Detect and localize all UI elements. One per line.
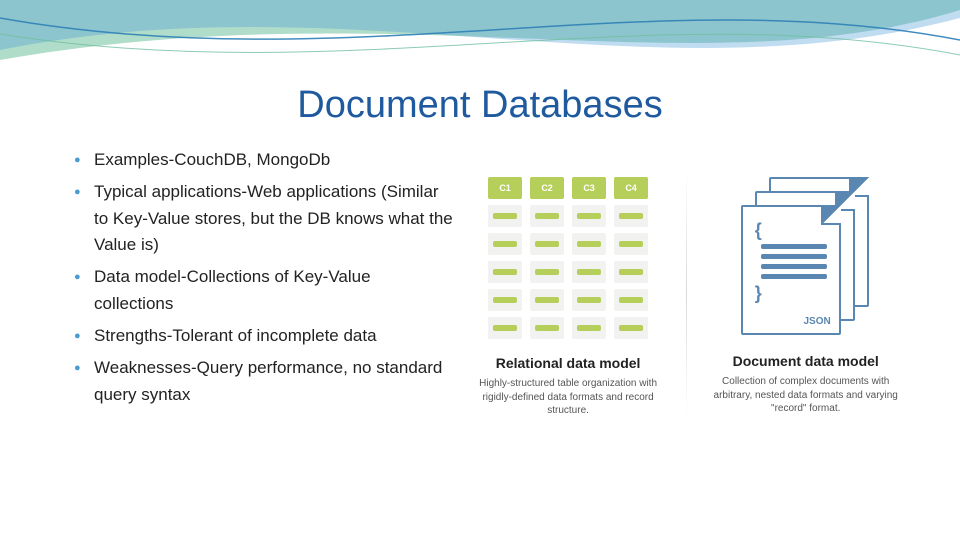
relational-desc: Highly-structured table organization wit… <box>474 377 663 418</box>
table-cell <box>614 261 648 283</box>
table-cell <box>572 317 606 339</box>
table-cell <box>530 317 564 339</box>
table-cell <box>572 233 606 255</box>
document-label: Document data model <box>733 353 879 369</box>
list-item: Examples-CouchDB, MongoDb <box>74 147 454 173</box>
relational-label: Relational data model <box>496 355 641 371</box>
list-item: Weaknesses-Query performance, no standar… <box>74 355 454 408</box>
text-line-icon <box>761 254 827 259</box>
document-diagram: { } JSON Document data model Collection … <box>711 177 900 416</box>
column-header: C4 <box>614 177 648 199</box>
document-desc: Collection of complex documents with arb… <box>711 375 900 416</box>
column-header: C3 <box>572 177 606 199</box>
table-cell <box>614 205 648 227</box>
relational-diagram: C1 C2 C3 C4 <box>474 177 663 418</box>
table-cell <box>530 205 564 227</box>
table-cell <box>530 289 564 311</box>
table-cell <box>488 205 522 227</box>
brace-close-icon: } <box>755 284 827 302</box>
table-cell <box>488 261 522 283</box>
relational-table-graphic: C1 C2 C3 C4 <box>488 177 648 339</box>
table-cell <box>572 261 606 283</box>
table-cell <box>530 261 564 283</box>
diagram-panel: C1 C2 C3 C4 <box>474 147 900 418</box>
text-line-icon <box>761 264 827 269</box>
column-header: C1 <box>488 177 522 199</box>
table-cell <box>488 289 522 311</box>
text-line-icon <box>761 274 827 279</box>
table-cell <box>614 233 648 255</box>
json-badge: JSON <box>803 316 830 327</box>
vertical-divider <box>686 167 687 418</box>
list-item: Typical applications-Web applications (S… <box>74 179 454 258</box>
bullet-list: Examples-CouchDB, MongoDb Typical applic… <box>60 147 454 418</box>
table-cell <box>572 289 606 311</box>
list-item: Data model-Collections of Key-Value coll… <box>74 264 454 317</box>
slide-title: Document Databases <box>0 0 960 127</box>
table-cell <box>488 233 522 255</box>
brace-open-icon: { <box>755 221 827 239</box>
table-cell <box>614 289 648 311</box>
table-cell <box>530 233 564 255</box>
list-item: Strengths-Tolerant of incomplete data <box>74 323 454 349</box>
table-cell <box>488 317 522 339</box>
table-cell <box>614 317 648 339</box>
table-cell <box>572 205 606 227</box>
document-stack-graphic: { } JSON <box>741 177 871 337</box>
column-header: C2 <box>530 177 564 199</box>
text-line-icon <box>761 244 827 249</box>
content-area: Examples-CouchDB, MongoDb Typical applic… <box>0 127 960 418</box>
document-page-icon: { } JSON <box>741 205 841 335</box>
